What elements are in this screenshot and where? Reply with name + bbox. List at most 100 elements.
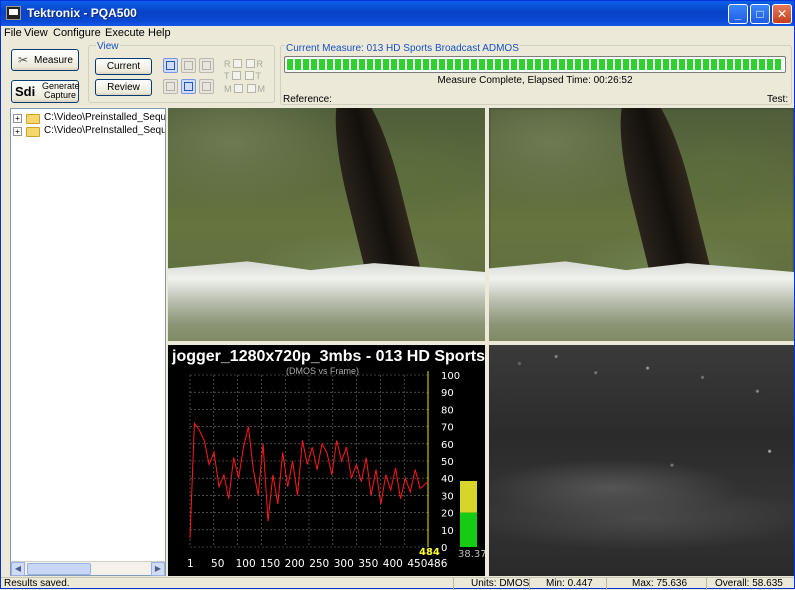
chart-y-tick-label: 60 [441, 440, 454, 451]
scroll-left-icon[interactable]: ◀ [11, 562, 25, 576]
check-r-right: R [256, 59, 264, 69]
measure-icon: ✂ [18, 53, 29, 67]
dmos-chart: 10090807060504030201001 50 100 150 200 250 300… [187, 371, 485, 570]
status-separator [453, 578, 454, 590]
difference-map-image [489, 345, 794, 576]
status-units: Units: DMOS [471, 578, 530, 589]
perceptual-difference-map-pane[interactable] [489, 345, 794, 576]
chart-x-tick-label: 450486 [407, 558, 447, 570]
measure-button[interactable]: ✂ Measure [11, 49, 79, 71]
chart-current-frame-label: 484 [419, 547, 440, 558]
expand-icon[interactable]: + [13, 127, 22, 136]
chart-level-bar-high [460, 481, 477, 513]
measure-progress-bar [284, 56, 786, 73]
status-bar: Results saved. Units: DMOS Min: 0.447 Ma… [1, 577, 794, 590]
chart-x-tick-label: 50 [211, 558, 224, 570]
checkbox-t2[interactable] [244, 71, 254, 80]
menu-help[interactable]: Help [148, 27, 171, 39]
status-message: Results saved. [4, 578, 70, 589]
chart-y-tick-label: 100 [441, 371, 460, 382]
sdi-logo-icon: Sdi [15, 84, 36, 99]
test-video-pane[interactable] [489, 108, 794, 341]
file-tree[interactable]: + C:\Video\Preinstalled_Sequence + C:\Vi… [10, 108, 166, 576]
toolbar: ✂ Measure Sdi Generate Capture View Curr… [1, 41, 794, 107]
status-max: Max: 75.636 [632, 578, 688, 589]
generate-capture-button[interactable]: Sdi Generate Capture [11, 80, 80, 103]
tree-item-label: C:\Video\Preinstalled_Sequence [44, 112, 165, 123]
menu-bar: File View Configure Execute Help [1, 26, 794, 41]
menu-file[interactable]: File [4, 27, 22, 39]
chart-y-tick-label: 0 [441, 543, 447, 554]
chart-x-tick-label: 350 [358, 558, 378, 570]
chart-y-tick-label: 20 [441, 509, 454, 520]
checkbox-r1[interactable] [232, 59, 242, 68]
layout-copy-icon[interactable] [199, 58, 214, 73]
title-bar: Tektronix - PQA500 _ □ ✕ [1, 1, 794, 26]
maximize-button[interactable]: □ [750, 4, 770, 24]
close-button[interactable]: ✕ [772, 4, 792, 24]
folder-icon [26, 114, 40, 124]
measure-label: Measure [34, 55, 73, 66]
current-measure-label: Current Measure: 013 HD Sports Broadcast… [285, 43, 520, 54]
status-separator [706, 578, 707, 590]
layout-list-icon[interactable] [181, 79, 196, 94]
layout-ab-icon[interactable] [163, 79, 178, 94]
layout-grid-icon[interactable] [181, 58, 196, 73]
menu-execute[interactable]: Execute [105, 27, 145, 39]
chart-current-value-label: 38.37 [458, 549, 485, 560]
reference-label: Reference: [283, 94, 332, 105]
chart-x-tick-label: 250 [309, 558, 329, 570]
checkbox-m1[interactable] [233, 84, 243, 93]
scroll-right-icon[interactable]: ▶ [151, 562, 165, 576]
checkbox-m2[interactable] [246, 84, 256, 93]
current-button[interactable]: Current [95, 58, 152, 75]
view-group-label: View [96, 41, 120, 52]
progress-fill [287, 59, 783, 70]
chart-x-tick-label: 1 [187, 558, 194, 570]
layout-single-icon[interactable] [199, 79, 214, 94]
chart-y-tick-label: 30 [441, 491, 454, 502]
chart-x-tick-label: 150 [260, 558, 280, 570]
current-label: Current [106, 61, 141, 72]
menu-configure[interactable]: Configure [53, 27, 101, 39]
layout-quad-icon[interactable] [163, 58, 178, 73]
chart-level-bar-low [460, 512, 477, 547]
chart-x-tick-label: 200 [285, 558, 305, 570]
tree-item-label: C:\Video\PreInstalled_Sequenc [44, 125, 165, 136]
check-row-r[interactable]: RR [224, 59, 263, 69]
status-min: Min: 0.447 [546, 578, 593, 589]
folder-icon [26, 127, 40, 137]
app-window: Tektronix - PQA500 _ □ ✕ File View Confi… [0, 0, 795, 590]
dmos-chart-pane[interactable]: jogger_1280x720p_3mbs - 013 HD Sports Br… [168, 345, 485, 576]
checkbox-t1[interactable] [231, 71, 241, 80]
review-button[interactable]: Review [95, 79, 152, 96]
status-separator [606, 578, 607, 590]
check-t-left: T [224, 71, 230, 81]
expand-icon[interactable]: + [13, 114, 22, 123]
check-m-right: M [257, 84, 266, 94]
scroll-thumb[interactable] [27, 563, 91, 575]
check-row-m[interactable]: MM [224, 84, 265, 94]
tree-horizontal-scrollbar[interactable]: ◀ ▶ [11, 561, 165, 576]
menu-view[interactable]: View [24, 27, 48, 39]
checkbox-r2[interactable] [245, 59, 255, 68]
chart-y-tick-label: 70 [441, 423, 454, 434]
chart-x-tick-label: 400 [383, 558, 403, 570]
generate-capture-label: Generate Capture [42, 81, 80, 100]
app-icon [6, 6, 21, 20]
tree-item[interactable]: + C:\Video\PreInstalled_Sequenc [13, 125, 165, 138]
chart-y-tick-label: 90 [441, 388, 454, 399]
tree-item[interactable]: + C:\Video\Preinstalled_Sequence [13, 112, 165, 125]
chart-y-tick-label: 50 [441, 457, 454, 468]
review-label: Review [107, 82, 140, 93]
minimize-button[interactable]: _ [728, 4, 748, 24]
status-overall: Overall: 58.635 [715, 578, 783, 589]
reference-video-pane[interactable] [168, 108, 485, 341]
window-title: Tektronix - PQA500 [27, 6, 137, 20]
chart-y-tick-label: 40 [441, 474, 454, 485]
check-row-t[interactable]: TT [224, 71, 261, 81]
check-r-left: R [224, 59, 231, 69]
elapsed-status: Measure Complete, Elapsed Time: 00:26:52 [437, 75, 633, 86]
chart-y-tick-label: 80 [441, 405, 454, 416]
chart-x-tick-label: 100 [236, 558, 256, 570]
